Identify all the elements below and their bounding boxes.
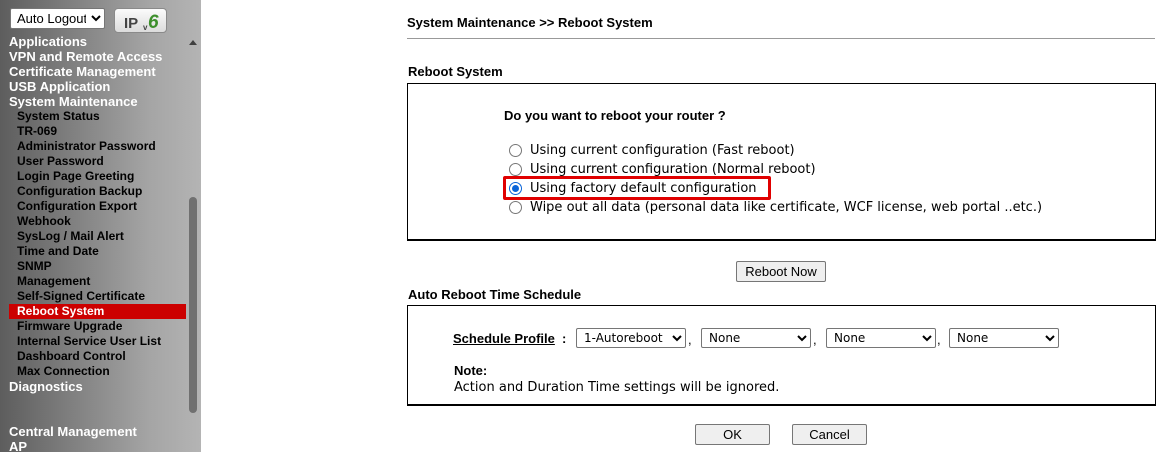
menu-self-signed-certificate[interactable]: Self-Signed Certificate [0, 289, 186, 304]
schedule-profile-colon: : [562, 331, 567, 346]
menu-configuration-export[interactable]: Configuration Export [0, 199, 186, 214]
menu-configuration-backup[interactable]: Configuration Backup [0, 184, 186, 199]
option-fast-reboot-label: Using current configuration (Fast reboot… [530, 143, 795, 158]
menu-system-maintenance[interactable]: System Maintenance [0, 94, 186, 109]
menu-user-password[interactable]: User Password [0, 154, 186, 169]
menu-login-page-greeting[interactable]: Login Page Greeting [0, 169, 186, 184]
menu-firmware-upgrade[interactable]: Firmware Upgrade [0, 319, 186, 334]
schedule-profile-label: Schedule Profile [453, 331, 555, 346]
menu-max-connection[interactable]: Max Connection [0, 364, 186, 379]
menu-applications[interactable]: Applications [0, 34, 186, 49]
schedule-panel: Schedule Profile : 1-Autoreboot , None ,… [407, 305, 1156, 406]
menu-certificate-management[interactable]: Certificate Management [0, 64, 186, 79]
schedule-section-title: Auto Reboot Time Schedule [408, 287, 582, 302]
note-text: Action and Duration Time settings will b… [454, 380, 780, 395]
menu-syslog-mail-alert[interactable]: SysLog / Mail Alert [0, 229, 186, 244]
schedule-profile-select-3[interactable]: None [826, 328, 936, 348]
menu-system-status[interactable]: System Status [0, 109, 186, 124]
menu-management[interactable]: Management [0, 274, 186, 289]
schedule-profile-select-4[interactable]: None [949, 328, 1059, 348]
menu-central-management[interactable]: Central Management [0, 424, 186, 439]
ok-button[interactable]: OK [695, 424, 770, 445]
svg-text:6: 6 [148, 12, 159, 32]
sidebar: Auto Logout IP v 6 Applications VPN and … [0, 0, 201, 452]
option-fast-reboot[interactable]: Using current configuration (Fast reboot… [509, 141, 795, 160]
title-divider [407, 38, 1155, 39]
reboot-options-panel: Do you want to reboot your router ? Usin… [407, 83, 1156, 241]
reboot-now-button[interactable]: Reboot Now [736, 261, 826, 282]
sidebar-scrollbar[interactable] [186, 36, 201, 452]
schedule-separator: , [688, 332, 692, 347]
menu-ap[interactable]: AP [0, 439, 186, 452]
sidebar-menu: Applications VPN and Remote Access Certi… [0, 34, 186, 452]
menu-reboot-system[interactable]: Reboot System [9, 304, 186, 319]
menu-usb-application[interactable]: USB Application [0, 79, 186, 94]
auto-logout-select[interactable]: Auto Logout [10, 8, 105, 29]
menu-time-and-date[interactable]: Time and Date [0, 244, 186, 259]
radio-wipe-all-data[interactable] [509, 201, 522, 214]
option-wipe-all-data[interactable]: Wipe out all data (personal data like ce… [509, 198, 1042, 217]
menu-dashboard-control[interactable]: Dashboard Control [0, 349, 186, 364]
note-title: Note: [454, 363, 488, 378]
ipv6-icon[interactable]: IP v 6 [114, 8, 167, 33]
radio-fast-reboot[interactable] [509, 144, 522, 157]
menu-tr-069[interactable]: TR-069 [0, 124, 186, 139]
option-normal-reboot-label: Using current configuration (Normal rebo… [530, 162, 816, 177]
schedule-separator: , [937, 332, 941, 347]
option-wipe-all-data-label: Wipe out all data (personal data like ce… [530, 200, 1043, 215]
cancel-button[interactable]: Cancel [792, 424, 867, 445]
menu-webhook[interactable]: Webhook [0, 214, 186, 229]
radio-normal-reboot[interactable] [509, 163, 522, 176]
schedule-separator: , [813, 332, 817, 347]
menu-diagnostics[interactable]: Diagnostics [0, 379, 186, 394]
scroll-up-arrow-icon[interactable] [189, 40, 197, 45]
svg-text:IP: IP [124, 15, 138, 32]
selection-highlight-box [503, 176, 771, 200]
menu-internal-service-user-list[interactable]: Internal Service User List [0, 334, 186, 349]
scrollbar-thumb[interactable] [189, 197, 197, 413]
breadcrumb: System Maintenance >> Reboot System [407, 15, 653, 30]
menu-vpn-remote-access[interactable]: VPN and Remote Access [0, 49, 186, 64]
menu-administrator-password[interactable]: Administrator Password [0, 139, 186, 154]
schedule-profile-select-1[interactable]: 1-Autoreboot [576, 328, 686, 348]
menu-snmp[interactable]: SNMP [0, 259, 186, 274]
reboot-question: Do you want to reboot your router ? [504, 108, 726, 123]
sidebar-header: Auto Logout IP v 6 [0, 0, 201, 36]
schedule-profile-select-2[interactable]: None [701, 328, 811, 348]
reboot-section-title: Reboot System [408, 64, 503, 79]
